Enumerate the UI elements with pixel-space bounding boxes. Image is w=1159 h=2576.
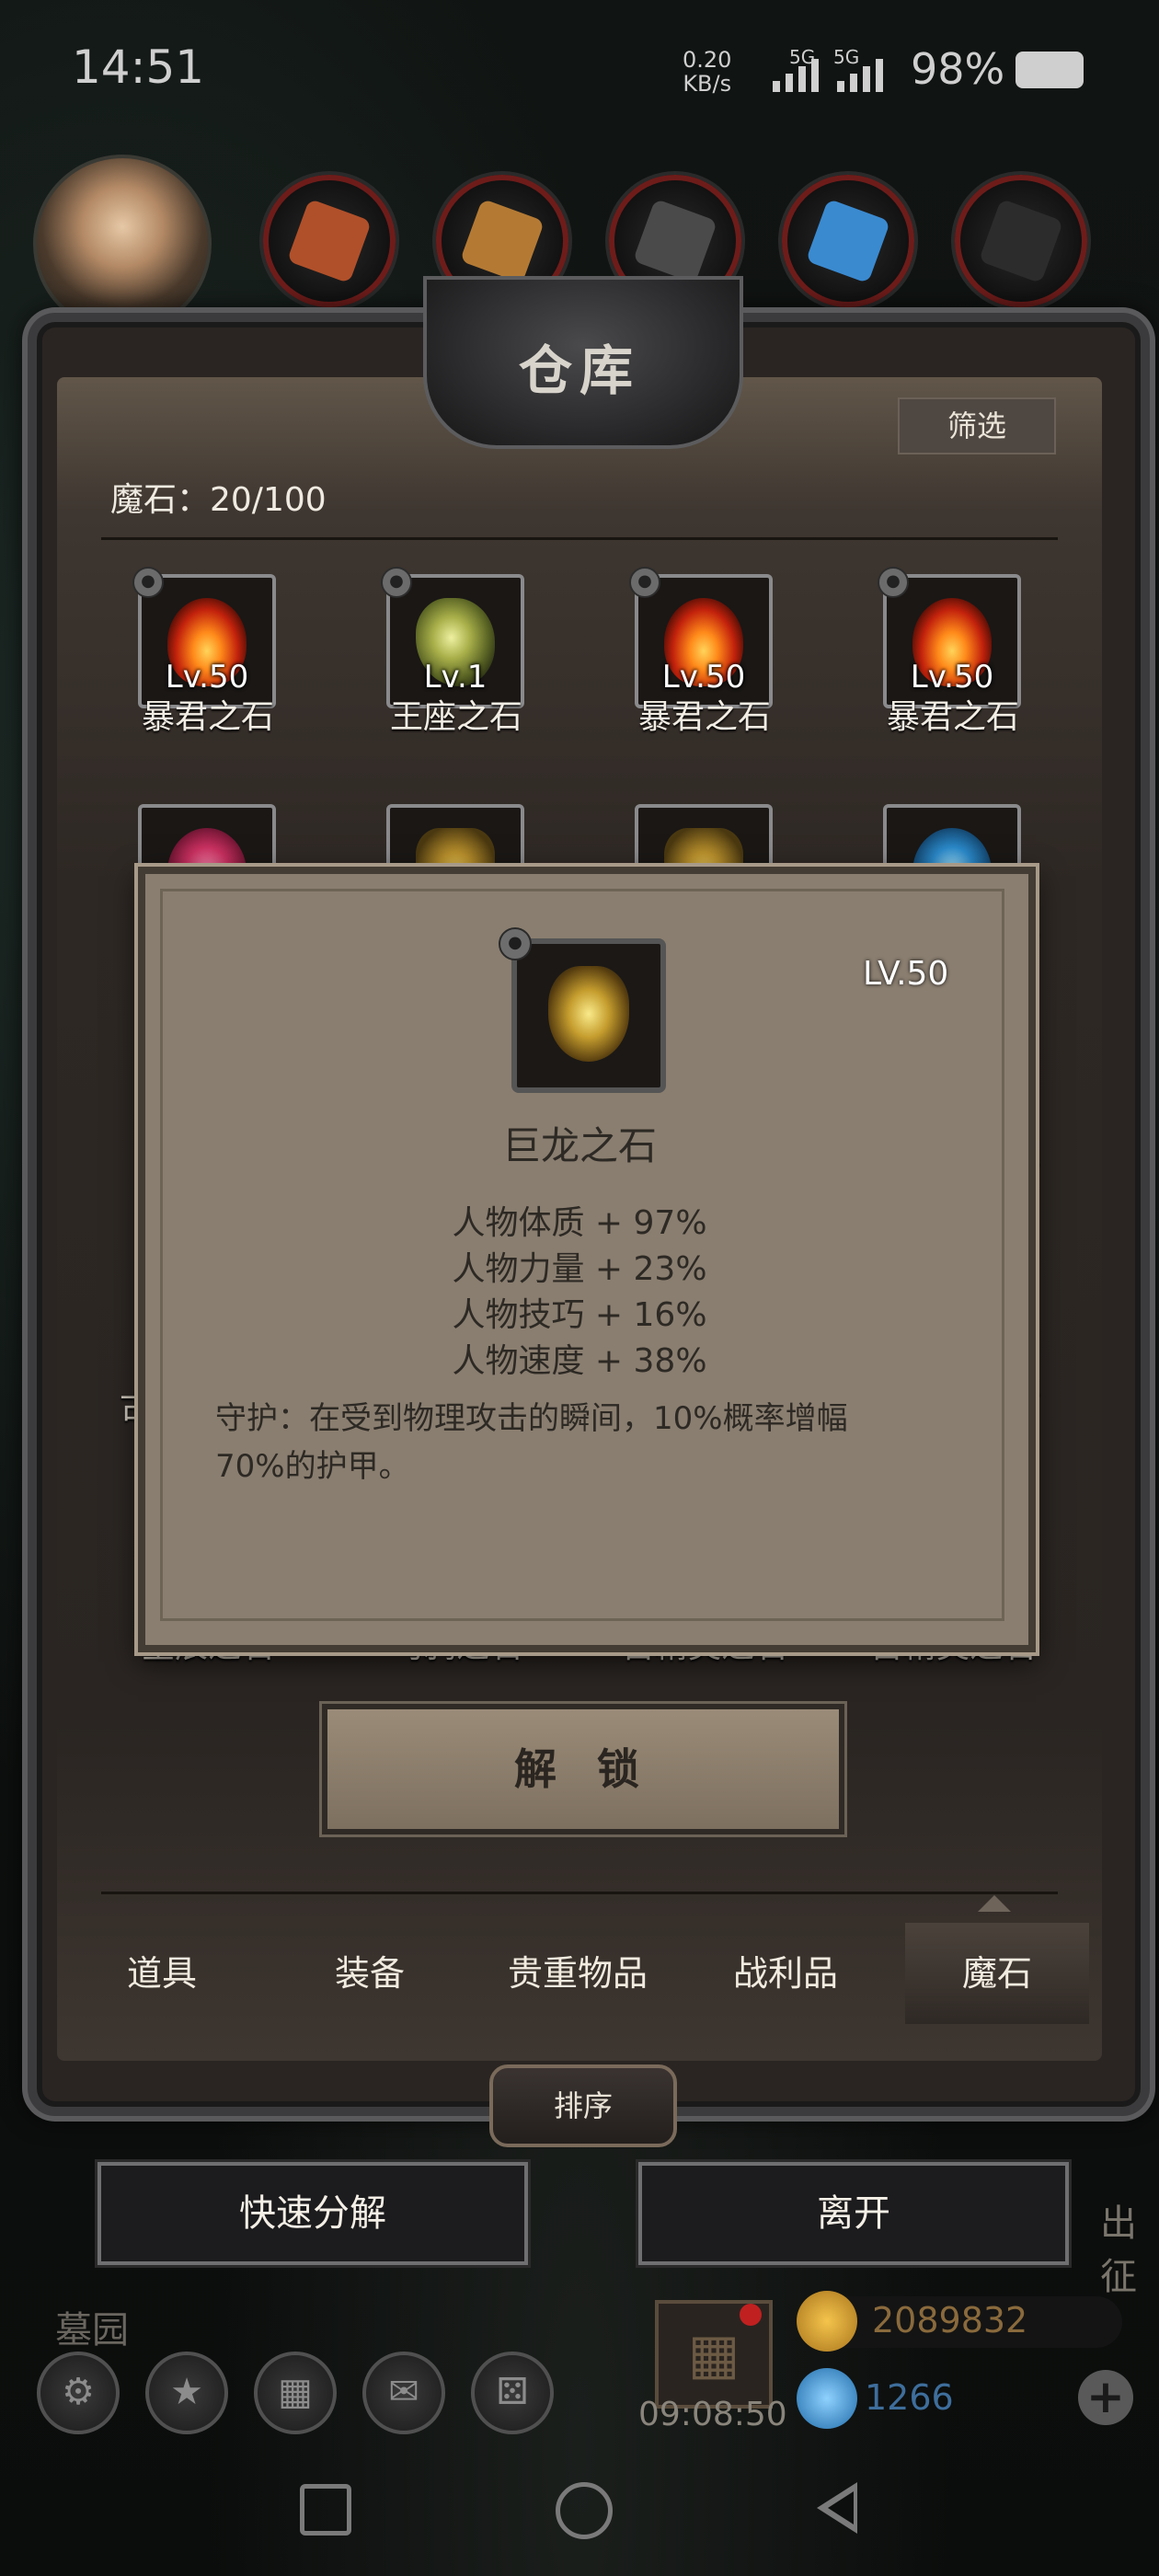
- item-detail-popup: ● LV.50 巨龙之石 人物体质 + 97% 人物力量 + 23% 人物技巧 …: [138, 867, 1036, 1652]
- gift-timer: 09:08:50: [638, 2396, 787, 2433]
- tab-items[interactable]: 道具: [70, 1923, 254, 2024]
- popup-description: 守护：在受到物理攻击的瞬间，10%概率增幅 70%的护甲。: [215, 1395, 970, 1490]
- sort-button[interactable]: 排序: [489, 2064, 677, 2147]
- resource-stone-icon[interactable]: [955, 175, 1087, 307]
- status-bar: 14:51 0.20 KB/s 5G 5G 98%: [0, 0, 1159, 138]
- divider: [101, 1892, 1058, 1894]
- depart-label[interactable]: 出征: [1100, 2193, 1159, 2300]
- settings-icon[interactable]: ⚙: [37, 2352, 120, 2434]
- gold-amount: 2089832: [872, 2300, 1028, 2340]
- star-icon[interactable]: ★: [145, 2352, 228, 2434]
- status-time: 14:51: [72, 40, 205, 94]
- item-name: 暴君之石: [637, 698, 771, 736]
- magic-stone-count: 魔石：20/100: [110, 481, 327, 519]
- caret-up-icon: [978, 1895, 1011, 1912]
- battery-icon: [1016, 52, 1084, 88]
- gold-coin-icon: [797, 2291, 857, 2352]
- item-slot[interactable]: ● Lv.1: [381, 567, 524, 708]
- gem-amount: 1266: [865, 2377, 954, 2418]
- resource-meat-icon[interactable]: [263, 175, 396, 307]
- item-name: 暴君之石: [886, 698, 1019, 736]
- network-speed: 0.20 KB/s: [683, 48, 731, 96]
- notification-dot: [740, 2304, 762, 2326]
- item-slot[interactable]: ● Lv.50: [132, 567, 276, 708]
- lock-icon: ●: [132, 567, 164, 598]
- tab-loot[interactable]: 战利品: [694, 1923, 878, 2024]
- signal-icon: [773, 55, 826, 92]
- lock-icon: ●: [629, 567, 660, 598]
- warehouse-title: 仓库: [518, 339, 640, 402]
- divider: [101, 537, 1058, 540]
- network-speed-unit: KB/s: [683, 71, 732, 97]
- quick-decompose-button[interactable]: 快速分解: [98, 2162, 528, 2265]
- home-icon[interactable]: [556, 2482, 613, 2539]
- gem-icon: [797, 2368, 857, 2429]
- description-line: 守护：在受到物理攻击的瞬间，10%概率增幅: [215, 1400, 848, 1437]
- item-slot[interactable]: ● Lv.50: [878, 567, 1021, 708]
- stat-speed: 人物速度 + 38%: [452, 1342, 707, 1380]
- popup-item-name: 巨龙之石: [501, 1123, 657, 1168]
- recent-apps-icon[interactable]: [300, 2484, 351, 2536]
- lock-icon: ●: [878, 567, 909, 598]
- battery-percent: 98%: [911, 44, 1005, 94]
- lock-icon: ●: [499, 927, 532, 960]
- stat-skill: 人物技巧 + 16%: [452, 1296, 707, 1334]
- unlock-button[interactable]: 解 锁: [322, 1704, 844, 1834]
- gate-icon[interactable]: ▦: [254, 2352, 337, 2434]
- dragon-stone-icon: [548, 966, 629, 1062]
- leave-button[interactable]: 离开: [638, 2162, 1069, 2265]
- tab-magic-stones[interactable]: 魔石: [905, 1923, 1089, 2024]
- item-name: 暴君之石: [141, 698, 274, 736]
- popup-level: LV.50: [863, 955, 949, 993]
- stat-constitution: 人物体质 + 97%: [452, 1204, 707, 1242]
- mail-icon[interactable]: ✉: [362, 2352, 445, 2434]
- lock-icon: ●: [381, 567, 412, 598]
- stat-strength: 人物力量 + 23%: [452, 1250, 707, 1288]
- player-avatar[interactable]: [33, 155, 212, 333]
- dice-icon[interactable]: ⚄: [471, 2352, 554, 2434]
- description-line: 70%的护甲。: [215, 1448, 410, 1485]
- add-gems-button[interactable]: +: [1078, 2370, 1133, 2425]
- tab-valuables[interactable]: 贵重物品: [486, 1923, 670, 2024]
- network-speed-value: 0.20: [683, 47, 732, 73]
- item-name: 王座之石: [389, 698, 522, 736]
- filter-button[interactable]: 筛选: [898, 397, 1056, 454]
- location-label: 墓园: [55, 2309, 129, 2352]
- item-slot[interactable]: ● Lv.50: [629, 567, 773, 708]
- tab-equipment[interactable]: 装备: [278, 1923, 462, 2024]
- signal-icon-2: [837, 55, 890, 92]
- resource-crystal-icon[interactable]: [782, 175, 914, 307]
- popup-item-frame: [511, 938, 666, 1093]
